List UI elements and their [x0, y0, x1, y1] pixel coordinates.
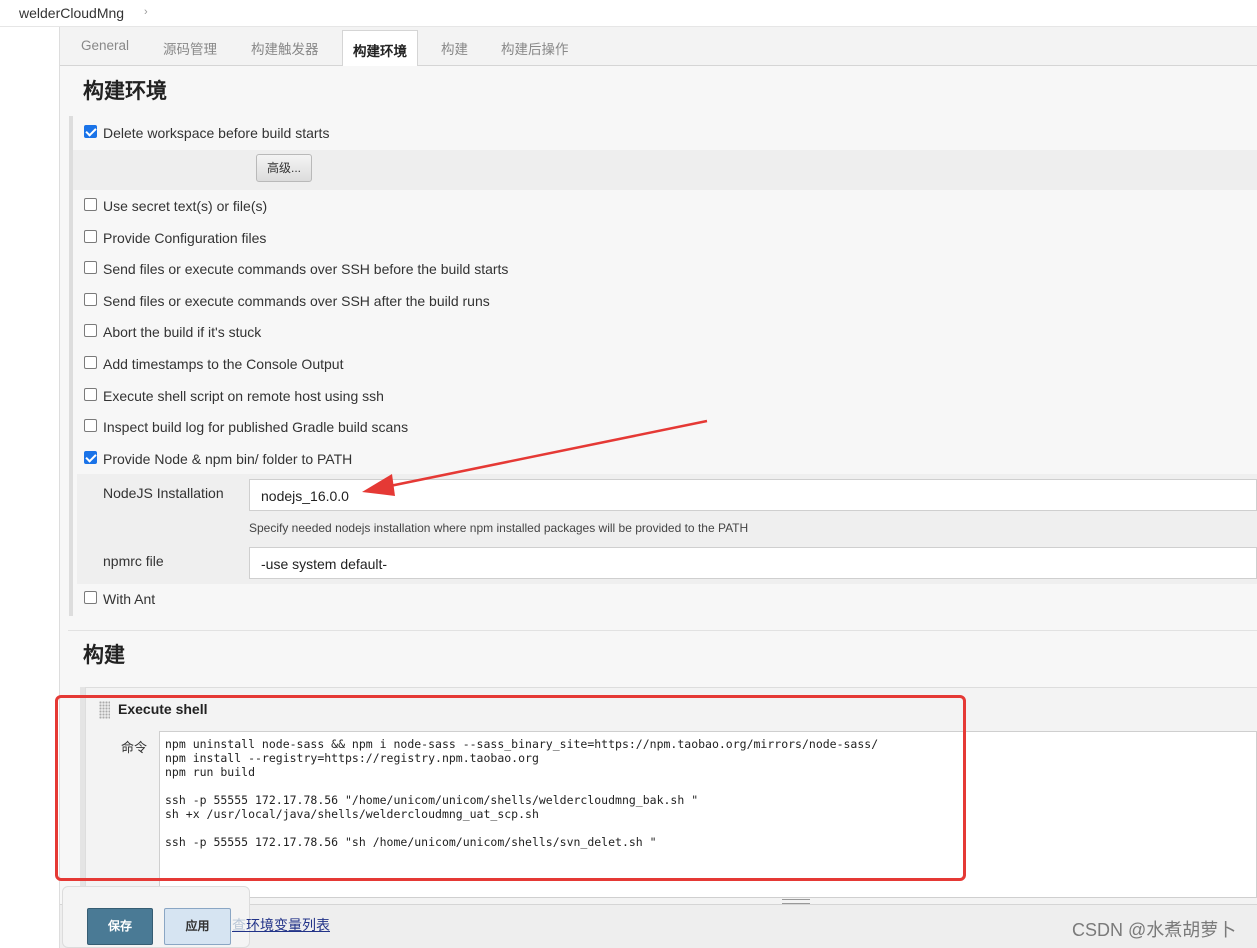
env-vars-link[interactable]: 查环境变量列表 [232, 915, 330, 935]
annotation-arrow-icon [362, 419, 708, 496]
env-vars-link-text: 环境变量列表 [246, 917, 330, 933]
env-vars-link-prefix: 查 [232, 917, 246, 933]
apply-button[interactable]: 应用 [164, 908, 231, 945]
watermark: CSDN @水煮胡萝卜 [1072, 920, 1237, 940]
save-button[interactable]: 保存 [87, 908, 153, 945]
